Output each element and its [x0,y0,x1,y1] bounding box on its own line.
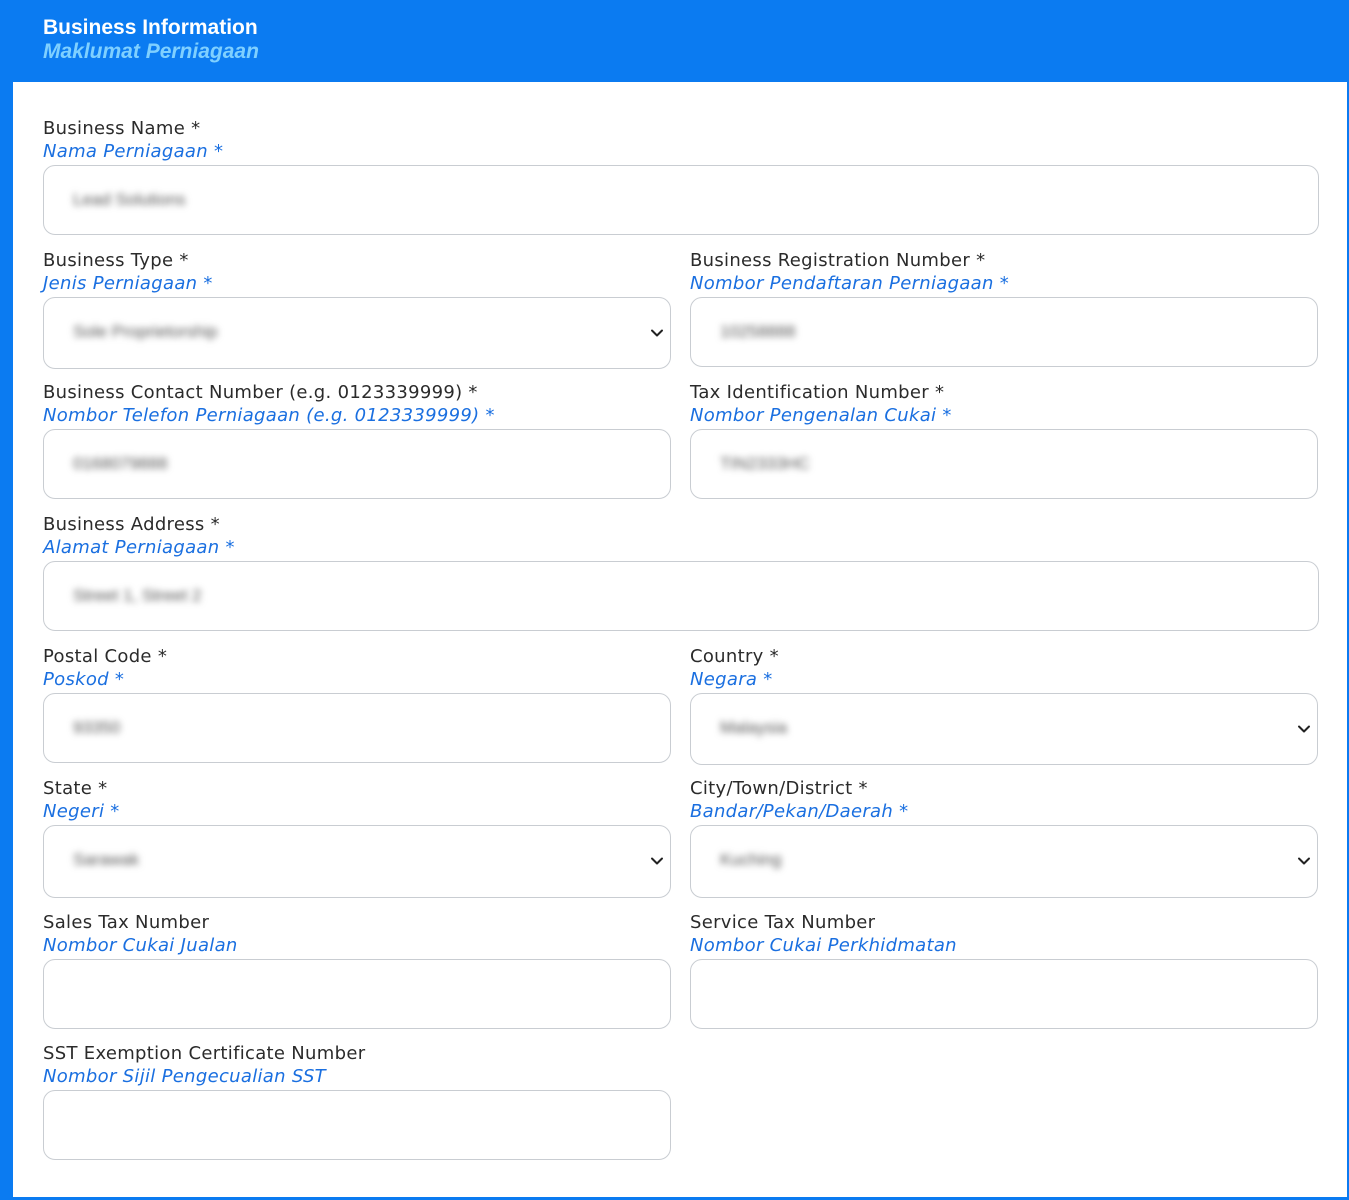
tax-identification-number-input[interactable]: TIN2333HC [690,429,1318,499]
sales-tax-number-label: Sales Tax Number [43,912,210,933]
business-contact-number-field: Business Contact Number (e.g. 0123339999… [43,382,671,499]
chevron-down-icon [1298,725,1310,733]
business-registration-number-value: 10258888 [720,322,796,341]
business-registration-number-label: Business Registration Number * [690,250,986,271]
postal-code-label-ms: Poskod * [43,669,125,690]
service-tax-number-input[interactable] [690,959,1318,1029]
city-label-ms: Bandar/Pekan/Daerah * [690,801,909,822]
business-contact-number-label: Business Contact Number (e.g. 0123339999… [43,382,478,403]
postal-code-field: Postal Code * Poskod * 93350 [43,646,671,763]
business-type-label-ms: Jenis Perniagaan * [43,273,213,294]
business-type-value: Sole Proprietorship [73,322,218,341]
form-body: Business Name * Nama Perniagaan * Lead S… [13,82,1347,1197]
country-label-ms: Negara * [690,669,773,690]
state-label: State * [43,778,108,799]
state-field: State * Negeri * Sarawak [43,778,671,898]
business-address-field: Business Address * Alamat Perniagaan * S… [43,514,1319,631]
country-label: Country * [690,646,779,667]
chevron-down-icon [651,857,663,865]
city-value: Kuching [720,850,782,869]
city-field: City/Town/District * Bandar/Pekan/Daerah… [690,778,1318,898]
business-type-field: Business Type * Jenis Perniagaan * Sole … [43,250,671,369]
state-select[interactable]: Sarawak [43,825,671,898]
business-address-input[interactable]: Street 1, Street 2 [43,561,1319,631]
sst-exemption-certificate-number-label-ms: Nombor Sijil Pengecualian SST [43,1066,326,1087]
tax-identification-number-field: Tax Identification Number * Nombor Penge… [690,382,1318,499]
tax-identification-number-label-ms: Nombor Pengenalan Cukai * [690,405,952,426]
state-label-ms: Negeri * [43,801,120,822]
card-subtitle: Maklumat Perniagaan [43,40,259,63]
sst-exemption-certificate-number-field: SST Exemption Certificate Number Nombor … [43,1043,671,1160]
tax-identification-number-value: TIN2333HC [720,454,810,473]
business-type-select[interactable]: Sole Proprietorship [43,297,671,369]
tax-identification-number-label: Tax Identification Number * [690,382,945,403]
business-name-label-ms: Nama Perniagaan * [43,141,224,162]
service-tax-number-label-ms: Nombor Cukai Perkhidmatan [690,935,957,956]
country-value: Malaysia [720,718,788,737]
postal-code-label: Postal Code * [43,646,168,667]
business-registration-number-label-ms: Nombor Pendaftaran Perniagaan * [690,273,1010,294]
business-address-label-ms: Alamat Perniagaan * [43,537,235,558]
country-field: Country * Negara * Malaysia [690,646,1318,765]
chevron-down-icon [651,329,663,337]
business-information-card: Business Information Maklumat Perniagaan… [0,0,1349,1200]
business-name-input[interactable]: Lead Solutions [43,165,1319,235]
service-tax-number-label: Service Tax Number [690,912,876,933]
business-contact-number-input[interactable]: 0168079888 [43,429,671,499]
business-registration-number-input[interactable]: 10258888 [690,297,1318,367]
business-type-label: Business Type * [43,250,189,271]
business-address-value: Street 1, Street 2 [73,586,202,605]
business-name-label: Business Name * [43,118,201,139]
postal-code-input[interactable]: 93350 [43,693,671,763]
business-contact-number-label-ms: Nombor Telefon Perniagaan (e.g. 01233399… [43,405,495,426]
sst-exemption-certificate-number-label: SST Exemption Certificate Number [43,1043,366,1064]
business-contact-number-value: 0168079888 [73,454,168,473]
business-address-label: Business Address * [43,514,220,535]
business-registration-number-field: Business Registration Number * Nombor Pe… [690,250,1318,367]
country-select[interactable]: Malaysia [690,693,1318,765]
business-name-field: Business Name * Nama Perniagaan * Lead S… [43,118,1319,235]
sst-exemption-certificate-number-input[interactable] [43,1090,671,1160]
sales-tax-number-field: Sales Tax Number Nombor Cukai Jualan [43,912,671,1029]
sales-tax-number-input[interactable] [43,959,671,1029]
postal-code-value: 93350 [73,718,121,737]
state-value: Sarawak [73,850,140,869]
chevron-down-icon [1298,857,1310,865]
city-label: City/Town/District * [690,778,868,799]
card-title: Business Information [43,16,258,39]
business-name-value: Lead Solutions [73,190,186,209]
city-select[interactable]: Kuching [690,825,1318,898]
card-header: Business Information Maklumat Perniagaan [0,0,1349,82]
sales-tax-number-label-ms: Nombor Cukai Jualan [43,935,238,956]
service-tax-number-field: Service Tax Number Nombor Cukai Perkhidm… [690,912,1318,1029]
